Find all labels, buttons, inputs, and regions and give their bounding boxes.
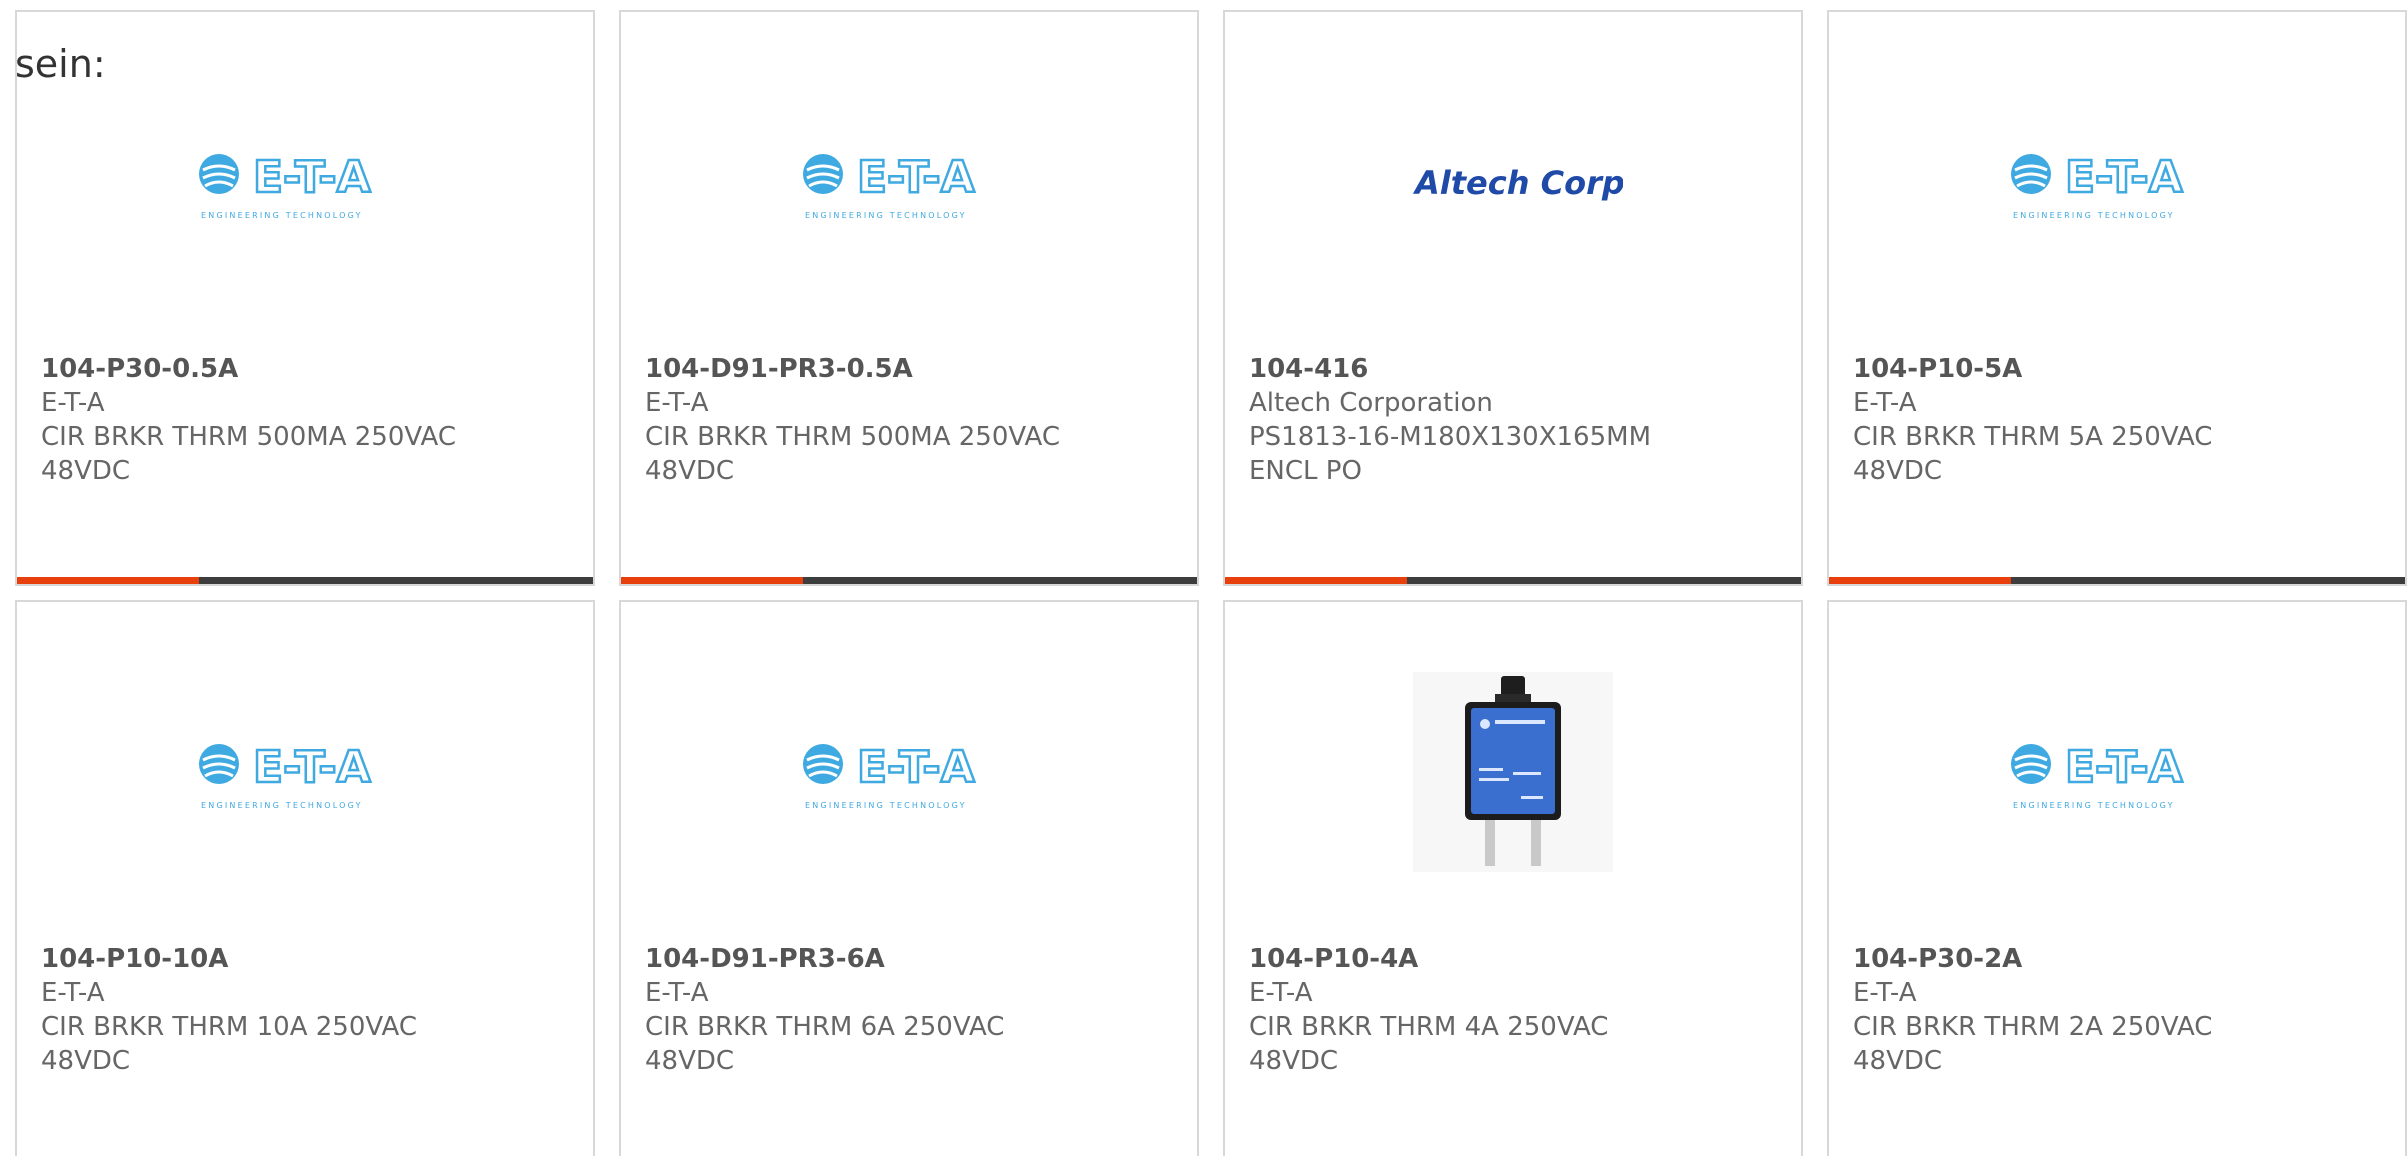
product-card[interactable]: Altech Corp. 104-416 Altech Corporation …: [1223, 10, 1803, 586]
description: CIR BRKR THRM 6A 250VAC: [645, 1012, 1005, 1042]
part-number[interactable]: 104-P10-4A: [1249, 942, 1689, 976]
manufacturer: Altech Corporation: [1249, 388, 1493, 418]
svg-text:ENGINEERING TECHNOLOGY: ENGINEERING TECHNOLOGY: [2013, 211, 2175, 220]
manufacturer: E-T-A: [41, 978, 105, 1008]
description-cont: 48VDC: [645, 1046, 735, 1076]
product-card[interactable]: E-T-A ENGINEERING TECHNOLOGY 104-P10-10A…: [15, 600, 595, 1156]
manufacturer: E-T-A: [645, 978, 709, 1008]
manufacturer: E-T-A: [1853, 388, 1917, 418]
description: CIR BRKR THRM 10A 250VAC: [41, 1012, 417, 1042]
description-cont: 48VDC: [41, 1046, 131, 1076]
card-accent-bar: [1829, 577, 2011, 584]
part-number[interactable]: 104-416: [1249, 352, 1689, 386]
description: CIR BRKR THRM 500MA 250VAC: [645, 422, 1060, 452]
svg-text:E-T-A: E-T-A: [857, 152, 975, 203]
product-image: E-T-A ENGINEERING TECHNOLOGY: [17, 672, 593, 872]
eta-logo: E-T-A ENGINEERING TECHNOLOGY: [803, 741, 976, 810]
card-accent-bar: [1225, 577, 1407, 584]
description: PS1813-16-M180X130X165MM: [1249, 422, 1651, 452]
product-image: E-T-A ENGINEERING TECHNOLOGY: [17, 82, 593, 282]
product-card[interactable]: E-T-A ENGINEERING TECHNOLOGY 104-P30-2A …: [1827, 600, 2407, 1156]
eta-logo: E-T-A ENGINEERING TECHNOLOGY: [199, 741, 372, 810]
svg-text:ENGINEERING TECHNOLOGY: ENGINEERING TECHNOLOGY: [201, 211, 363, 220]
part-number[interactable]: 104-P30-2A: [1853, 942, 2293, 976]
svg-text:E-T-A: E-T-A: [2065, 742, 2183, 793]
card-bottom-bar: [17, 577, 593, 584]
description-cont: ENCL PO: [1249, 456, 1362, 486]
svg-text:E-T-A: E-T-A: [2065, 152, 2183, 203]
manufacturer: E-T-A: [1853, 978, 1917, 1008]
svg-text:E-T-A: E-T-A: [253, 742, 371, 793]
product-card[interactable]: E-T-A ENGINEERING TECHNOLOGY 104-D91-PR3…: [619, 10, 1199, 586]
altech-logo: Altech Corp.: [1412, 164, 1623, 202]
eta-logo: E-T-A ENGINEERING TECHNOLOGY: [2011, 151, 2184, 220]
description: CIR BRKR THRM 4A 250VAC: [1249, 1012, 1609, 1042]
manufacturer: E-T-A: [1249, 978, 1313, 1008]
description-cont: 48VDC: [1853, 1046, 1943, 1076]
description-cont: 48VDC: [645, 456, 735, 486]
part-number[interactable]: 104-D91-PR3-6A: [645, 942, 1085, 976]
product-image: E-T-A ENGINEERING TECHNOLOGY: [621, 82, 1197, 282]
card-bottom-bar: [621, 577, 1197, 584]
svg-text:ENGINEERING TECHNOLOGY: ENGINEERING TECHNOLOGY: [805, 801, 967, 810]
product-card[interactable]: E-T-A ENGINEERING TECHNOLOGY 104-P30-0.5…: [15, 10, 595, 586]
description: CIR BRKR THRM 5A 250VAC: [1853, 422, 2213, 452]
description-cont: 48VDC: [41, 456, 131, 486]
description: CIR BRKR THRM 500MA 250VAC: [41, 422, 456, 452]
circuit-breaker-photo: [1413, 672, 1613, 872]
product-card[interactable]: 104-P10-4A E-T-A CIR BRKR THRM 4A 250VAC…: [1223, 600, 1803, 1156]
svg-text:E-T-A: E-T-A: [857, 742, 975, 793]
eta-logo: E-T-A ENGINEERING TECHNOLOGY: [803, 151, 976, 220]
svg-text:Altech Corp.: Altech Corp.: [1412, 164, 1623, 202]
manufacturer: E-T-A: [41, 388, 105, 418]
product-image: E-T-A ENGINEERING TECHNOLOGY: [1829, 672, 2405, 872]
description: CIR BRKR THRM 2A 250VAC: [1853, 1012, 2213, 1042]
product-grid: E-T-A ENGINEERING TECHNOLOGY 104-P30-0.5…: [15, 10, 2408, 1156]
svg-text:ENGINEERING TECHNOLOGY: ENGINEERING TECHNOLOGY: [201, 801, 363, 810]
svg-text:ENGINEERING TECHNOLOGY: ENGINEERING TECHNOLOGY: [805, 211, 967, 220]
part-number[interactable]: 104-P10-5A: [1853, 352, 2293, 386]
description-cont: 48VDC: [1853, 456, 1943, 486]
card-accent-bar: [621, 577, 803, 584]
svg-text:E-T-A: E-T-A: [253, 152, 371, 203]
product-card[interactable]: E-T-A ENGINEERING TECHNOLOGY 104-P10-5A …: [1827, 10, 2407, 586]
svg-text:ENGINEERING TECHNOLOGY: ENGINEERING TECHNOLOGY: [2013, 801, 2175, 810]
product-card[interactable]: E-T-A ENGINEERING TECHNOLOGY 104-D91-PR3…: [619, 600, 1199, 1156]
part-number[interactable]: 104-P10-10A: [41, 942, 481, 976]
intro-text: sein:: [15, 42, 106, 86]
product-image: E-T-A ENGINEERING TECHNOLOGY: [621, 672, 1197, 872]
manufacturer: E-T-A: [645, 388, 709, 418]
card-bottom-bar: [1225, 577, 1801, 584]
product-image: Altech Corp.: [1225, 82, 1801, 282]
product-grid-page: sein: E-T-A ENGINEERING TECHNOLOGY 104-P…: [0, 0, 2408, 1156]
eta-logo: E-T-A ENGINEERING TECHNOLOGY: [2011, 741, 2184, 810]
product-image: E-T-A ENGINEERING TECHNOLOGY: [1829, 82, 2405, 282]
part-number[interactable]: 104-P30-0.5A: [41, 352, 481, 386]
description-cont: 48VDC: [1249, 1046, 1339, 1076]
product-image: [1225, 672, 1801, 872]
card-bottom-bar: [1829, 577, 2405, 584]
eta-logo: E-T-A ENGINEERING TECHNOLOGY: [199, 151, 372, 220]
part-number[interactable]: 104-D91-PR3-0.5A: [645, 352, 1085, 386]
card-accent-bar: [17, 577, 199, 584]
